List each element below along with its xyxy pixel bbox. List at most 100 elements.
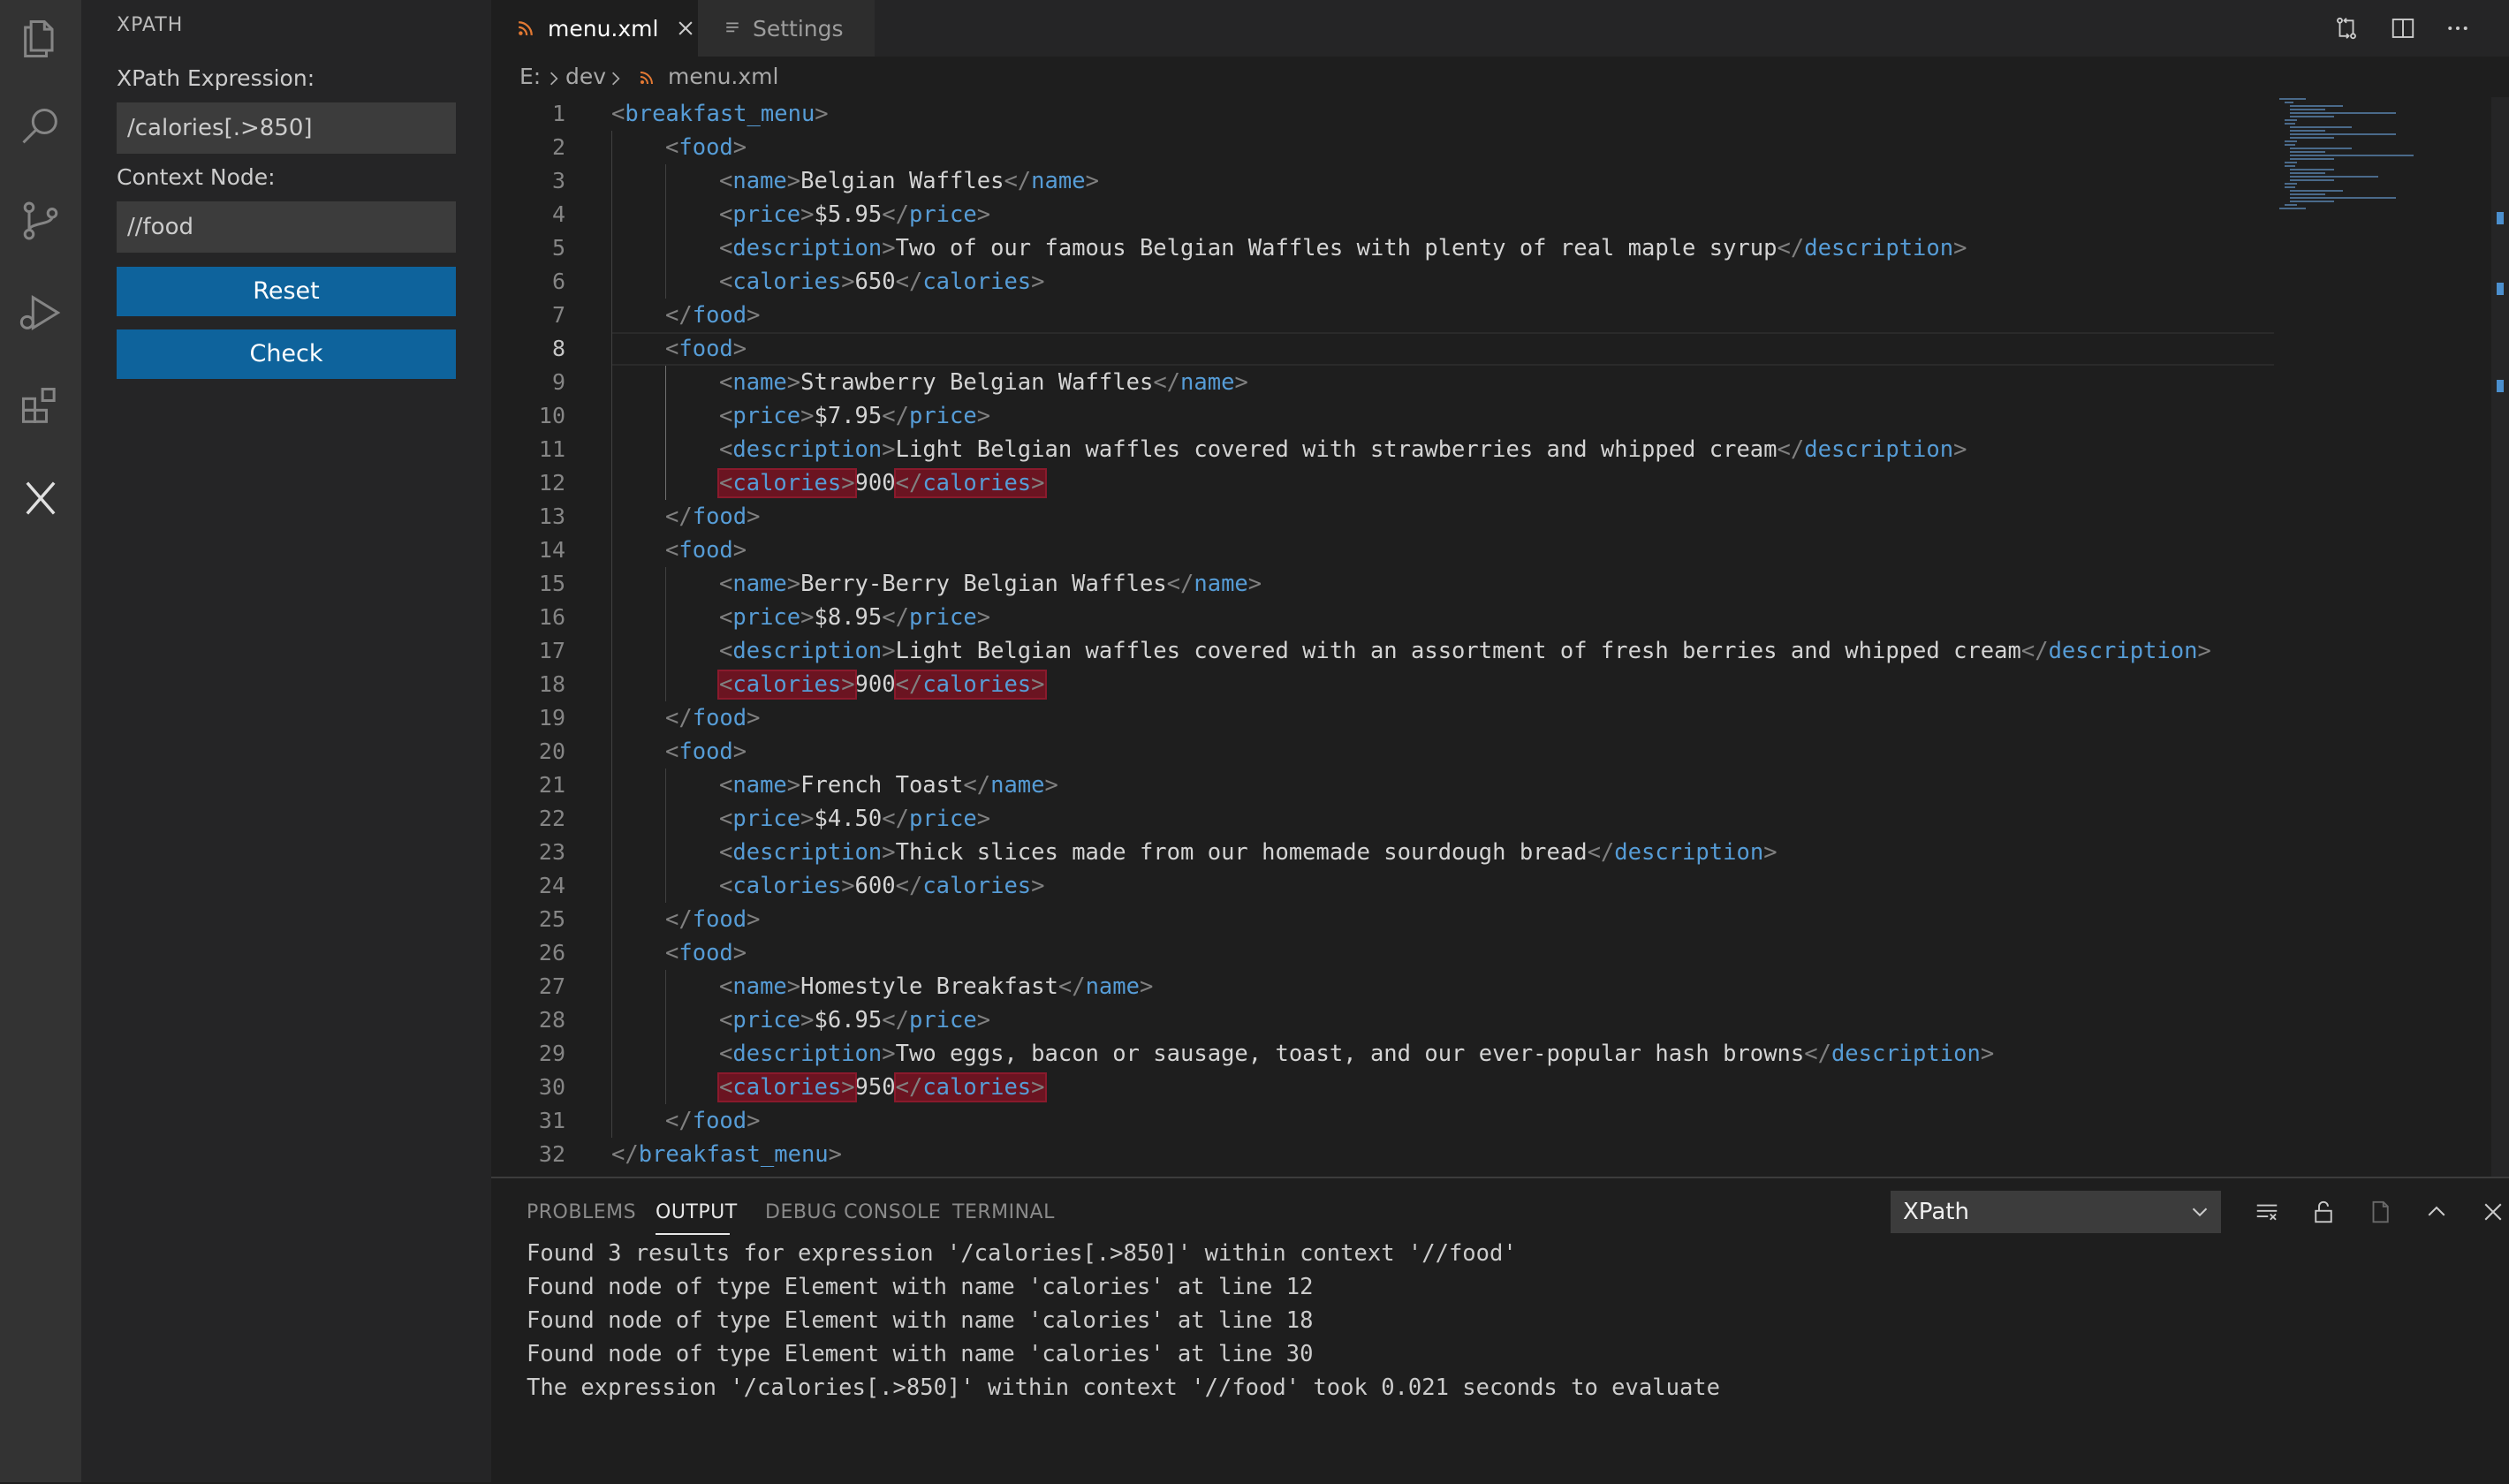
code-line[interactable]: <price>$8.95</price> — [719, 601, 990, 634]
code-editor[interactable]: 1 2 3 4 5 6 7 8 9 10 11 12 13 14 15 16 17 18 19 20 21 22 23 24 2… — [491, 97, 2509, 1177]
xml-tag-name: calories — [922, 269, 1032, 295]
xml-text: $8.95 — [814, 604, 883, 631]
run-debug-icon[interactable] — [12, 284, 69, 341]
line-number: 14 — [538, 537, 565, 563]
tab-terminal[interactable]: TERMINAL — [952, 1201, 1055, 1223]
code-line[interactable]: </food> — [665, 1104, 761, 1138]
xml-bracket: > — [828, 1141, 843, 1168]
tab-label: menu.xml — [548, 15, 659, 42]
xml-bracket: < — [665, 738, 679, 765]
xml-bracket: </ — [665, 906, 693, 933]
search-icon[interactable] — [12, 99, 69, 155]
code-line[interactable]: <description>Light Belgian waffles cover… — [719, 634, 2211, 668]
open-changes-icon[interactable] — [2329, 11, 2364, 46]
code-line[interactable]: <price>$6.95</price> — [719, 1003, 990, 1037]
code-line[interactable]: </breakfast_menu> — [611, 1138, 842, 1171]
xml-tag-name: food — [692, 504, 747, 530]
tab-settings[interactable]: Settings — [698, 0, 875, 57]
tab-menu-xml[interactable]: menu.xml — [491, 0, 698, 57]
chevron-right-icon — [612, 72, 620, 86]
code-line[interactable]: </food> — [665, 903, 761, 936]
extensions-icon[interactable] — [12, 378, 69, 435]
breadcrumb-item[interactable]: dev — [565, 64, 606, 89]
code-line[interactable]: <breakfast_menu> — [611, 97, 829, 131]
check-button[interactable]: Check — [117, 329, 456, 379]
more-actions-icon[interactable] — [2440, 11, 2475, 46]
code-line[interactable]: <calories>600</calories> — [719, 869, 1045, 903]
lock-icon[interactable] — [2306, 1194, 2341, 1230]
context-node-input[interactable]: //food — [117, 201, 456, 253]
code-line[interactable]: <food> — [665, 131, 747, 164]
indent-guide — [665, 970, 666, 1104]
code-line[interactable]: <description>Two of our famous Belgian W… — [719, 231, 1967, 265]
vertical-scrollbar[interactable] — [2491, 97, 2509, 1177]
code-line[interactable]: </food> — [665, 701, 761, 735]
reset-button[interactable]: Reset — [117, 267, 456, 316]
xml-bracket: < — [719, 604, 733, 631]
maximize-panel-icon[interactable] — [2419, 1194, 2454, 1230]
code-line[interactable]: <name>Berry-Berry Belgian Waffles</name> — [719, 567, 1262, 601]
line-number: 32 — [538, 1141, 565, 1167]
code-line[interactable]: <calories>900</calories> — [717, 668, 1047, 701]
tab-problems[interactable]: PROBLEMS — [527, 1201, 636, 1223]
code-line[interactable]: <name>Homestyle Breakfast</name> — [719, 970, 1153, 1003]
xml-text: Light Belgian waffles covered with an as… — [895, 638, 2021, 664]
code-line[interactable]: <calories>950</calories> — [717, 1071, 1047, 1104]
minimap[interactable] — [2276, 97, 2488, 221]
xpath-expression-input[interactable]: /calories[.>850] — [117, 102, 456, 154]
xml-tag-name: name — [1031, 168, 1086, 194]
code-line[interactable]: <description>Two eggs, bacon or sausage,… — [719, 1037, 1994, 1071]
xpath-icon[interactable] — [12, 470, 69, 526]
xml-bracket: > — [976, 604, 991, 631]
code-line[interactable]: <calories>900</calories> — [717, 466, 1047, 500]
code-line[interactable]: <name>Belgian Waffles</name> — [719, 164, 1099, 198]
code-line[interactable]: <price>$5.95</price> — [719, 198, 990, 231]
code-line[interactable]: <description>Thick slices made from our … — [719, 836, 1778, 869]
code-line[interactable]: <food> — [665, 534, 747, 567]
line-number: 10 — [538, 403, 565, 428]
split-editor-icon[interactable] — [2385, 11, 2421, 46]
code-line[interactable]: <food> — [665, 735, 747, 768]
open-log-icon[interactable] — [2362, 1194, 2398, 1230]
code-line[interactable]: <name>French Toast</name> — [719, 768, 1058, 802]
xml-bracket: </ — [882, 201, 909, 228]
close-panel-icon[interactable] — [2475, 1194, 2509, 1230]
code-line[interactable]: <food> — [665, 936, 747, 970]
indent-guide — [665, 366, 666, 500]
code-line[interactable]: <description>Light Belgian waffles cover… — [719, 433, 1967, 466]
xml-bracket: > — [786, 369, 801, 396]
breadcrumb-item[interactable]: menu.xml — [668, 64, 778, 89]
code-line[interactable]: <calories>650</calories> — [719, 265, 1045, 299]
tab-output[interactable]: OUTPUT — [656, 1201, 738, 1223]
xml-tag-name: food — [692, 705, 747, 731]
line-number: 20 — [538, 738, 565, 764]
xml-bracket: > — [1980, 1041, 1995, 1067]
code-line[interactable]: </food> — [665, 500, 761, 534]
xml-text: Belgian Waffles — [800, 168, 1004, 194]
code-line[interactable]: <price>$4.50</price> — [719, 802, 990, 836]
xml-bracket: < — [719, 235, 733, 261]
line-number: 15 — [538, 571, 565, 596]
files-icon[interactable] — [12, 11, 69, 67]
code-line[interactable]: </food> — [665, 299, 761, 332]
xpath-expression-label: XPath Expression: — [117, 65, 315, 91]
code-line[interactable]: <name>Strawberry Belgian Waffles</name> — [719, 366, 1248, 399]
xml-tag-name: description — [732, 1041, 883, 1067]
xml-bracket: </ — [895, 269, 923, 295]
xml-bracket: > — [815, 101, 829, 127]
output-channel-select[interactable]: XPath — [1891, 1191, 2221, 1233]
xml-bracket: </ — [1166, 571, 1194, 597]
xml-tag-name: description — [1804, 235, 1954, 261]
close-icon[interactable] — [676, 19, 695, 38]
xml-bracket: </ — [882, 1007, 909, 1034]
xml-bracket: > — [976, 806, 991, 832]
code-line[interactable]: <price>$7.95</price> — [719, 399, 990, 433]
clear-output-icon[interactable] — [2249, 1194, 2285, 1230]
source-control-icon[interactable] — [12, 193, 69, 249]
xml-tag-name: name — [732, 973, 787, 1000]
xml-bracket: > — [1031, 269, 1045, 295]
xml-bracket: > — [747, 705, 761, 731]
breadcrumb-item[interactable]: E: — [519, 64, 541, 89]
xml-tag-name: food — [678, 134, 733, 161]
tab-debug-console[interactable]: DEBUG CONSOLE — [765, 1201, 941, 1223]
